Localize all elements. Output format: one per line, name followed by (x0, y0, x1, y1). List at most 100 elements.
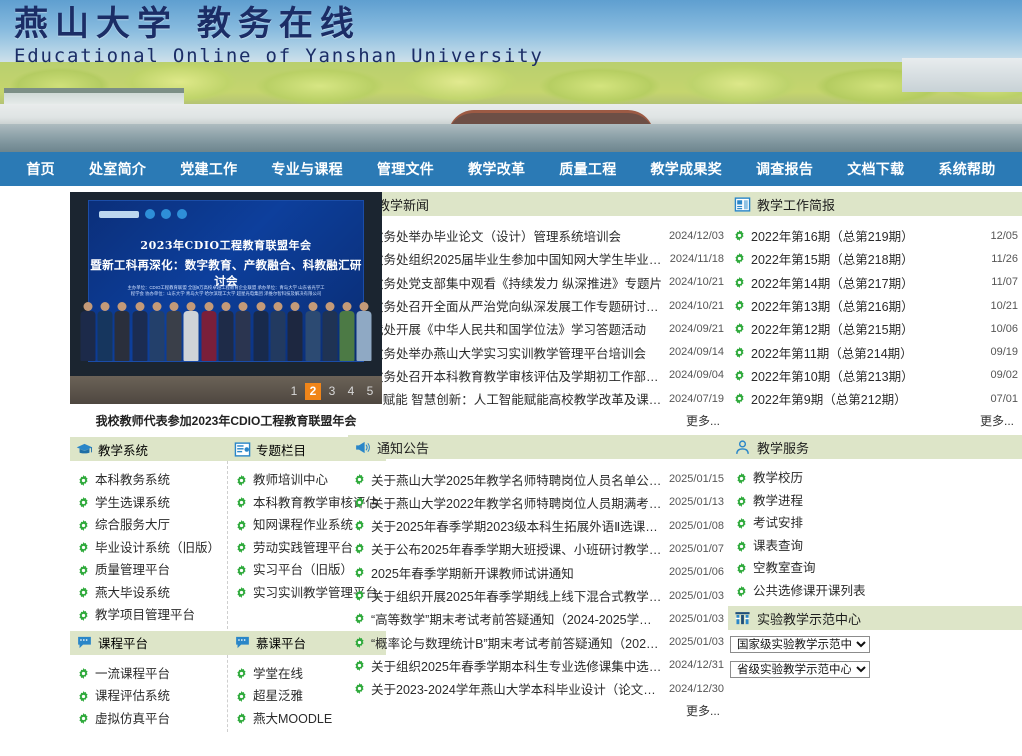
news-title: 教务处党支部集中观看《持续发力 纵深推进》专题片 (371, 273, 663, 292)
list-item[interactable]: 2025年春季学期新开课教师试讲通知2025/01/06 (348, 561, 728, 584)
list-item[interactable]: 燕大毕设系统 (70, 582, 227, 605)
section-title-bulletin: 教学工作简报 (757, 195, 835, 214)
news-carousel[interactable]: 2023年CDIO工程教育联盟年会 暨新工科再深化：数字教育、产教融合、科教融汇… (70, 192, 382, 404)
carousel-person (97, 300, 112, 378)
list-item[interactable]: 关于燕山大学2022年教学名师特聘岗位人员期满考核结果的 ...2025/01/… (348, 491, 728, 514)
list-item[interactable]: 虚拟仿真平台 (70, 708, 227, 731)
list-item[interactable]: 2022年第16期（总第219期）12/05 (728, 224, 1022, 247)
list-item[interactable]: 教务处举办毕业论文（设计）管理系统培训会2024/12/03 (348, 224, 728, 247)
list-item[interactable]: 2022年第14期（总第217期）11/07 (728, 271, 1022, 294)
nav-item-documents[interactable]: 管理文件 (360, 152, 451, 186)
notice-title: 关于2025年春季学期2023级本科生拓展外语Ⅱ选课的通知 (371, 516, 663, 535)
list-item[interactable]: 关于组织开展2025年春季学期线上线下混合式教学课程申报 ...2025/01/… (348, 584, 728, 607)
lab-icon (734, 610, 751, 627)
section-header-teaching-services: 教学服务 (728, 435, 1022, 459)
left-column: 2023年CDIO工程教育联盟年会 暨新工科再深化：数字教育、产教融合、科教融汇… (0, 192, 340, 732)
carousel-caption[interactable]: 我校教师代表参加2023年CDIO工程教育联盟年会 (70, 404, 382, 435)
list-item[interactable]: 空教室查询 (728, 557, 1022, 580)
carousel-page-2[interactable]: 2 (305, 383, 321, 400)
megaphone-icon (354, 439, 371, 456)
bulletin-icon (734, 196, 751, 213)
banner-title-group: 燕山大学 教务在线 Educational Online of Yanshan … (14, 4, 544, 67)
list-item[interactable]: 教务处组织2025届毕业生参加中国知网大学生毕业论文写作指2024/11/18 (348, 247, 728, 270)
nav-item-party-work[interactable]: 党建工作 (163, 152, 254, 186)
carousel-page-5[interactable]: 5 (362, 383, 378, 400)
nav-item-teaching-awards[interactable]: 教学成果奖 (634, 152, 740, 186)
list-item[interactable]: 2022年第11期（总第214期）09/19 (728, 340, 1022, 363)
list-item[interactable]: 考试安排 (728, 512, 1022, 535)
list-item[interactable]: 课表查询 (728, 535, 1022, 558)
list-item[interactable]: 教学进程 (728, 490, 1022, 513)
list-item[interactable]: 教务处召开全面从严治党向纵深发展工作专题研讨会暨提任科2024/10/21 (348, 294, 728, 317)
carousel-page-4[interactable]: 4 (343, 383, 359, 400)
list-item[interactable]: 学生选课系统 (70, 492, 227, 515)
nav-item-survey-report[interactable]: 调查报告 (739, 152, 830, 186)
carousel-person (149, 300, 164, 378)
main-navigation[interactable]: 首页 处室简介 党建工作 专业与课程 管理文件 教学改革 质量工程 教学成果奖 … (0, 152, 1022, 186)
carousel-person (339, 300, 354, 378)
list-item[interactable]: 教务处举办燕山大学实习实训教学管理平台培训会2024/09/14 (348, 340, 728, 363)
nav-item-home[interactable]: 首页 (9, 152, 72, 186)
list-item[interactable]: 关于公布2025年春季学期大班授课、小班研讨教学模式课程 ...2025/01/… (348, 537, 728, 560)
list-item-label: 课程评估系统 (95, 685, 170, 708)
national-demo-center-select[interactable]: 国家级实验教学示范中心 (730, 636, 870, 653)
carousel-person (166, 300, 181, 378)
carousel-pagination[interactable]: 1 2 3 4 5 (286, 383, 378, 400)
bulletin-title: 2022年第14期（总第217期） (751, 273, 982, 292)
carousel-slide-title-1: 2023年CDIO工程教育联盟年会 (89, 237, 363, 253)
list-item[interactable]: 教学校历 (728, 467, 1022, 490)
list-item[interactable]: AI赋能 智慧创新：人工智能赋能高校教学改革及课程智慧升级2024/07/19 (348, 387, 728, 410)
nav-item-about[interactable]: 处室简介 (72, 152, 163, 186)
carousel-people-row (80, 300, 372, 378)
gear-icon (78, 610, 89, 621)
nav-item-quality-project[interactable]: 质量工程 (542, 152, 633, 186)
list-item[interactable]: 教学项目管理平台 (70, 604, 227, 627)
speech-bubble-icon (76, 634, 93, 651)
provincial-demo-center-select[interactable]: 省级实验教学示范中心： (730, 661, 870, 678)
section-header-teaching-systems: 教学系统 (70, 437, 228, 461)
teaching-systems-list: 本科教务系统 学生选课系统 综合服务大厅 毕业设计系统（旧版） 质量管理平台 燕… (70, 461, 227, 629)
list-item[interactable]: 一流课程平台 (70, 663, 227, 686)
list-item[interactable]: 本科教务系统 (70, 469, 227, 492)
list-item[interactable]: “概率论与数理统计B”期末考试考前答疑通知（2024-2025 ...2025/… (348, 630, 728, 653)
list-item[interactable]: 关于燕山大学2025年教学名师特聘岗位人员名单公示的通知2025/01/15 (348, 467, 728, 490)
list-item[interactable]: 教务处党支部集中观看《持续发力 纵深推进》专题片2024/10/21 (348, 271, 728, 294)
list-item[interactable]: 毕业设计系统（旧版） (70, 537, 227, 560)
speech-bubble-icon (234, 634, 251, 651)
section-title-special-columns: 专题栏目 (256, 440, 306, 459)
list-item[interactable]: 2022年第15期（总第218期）11/26 (728, 247, 1022, 270)
news-date: 2024/10/21 (669, 300, 728, 312)
nav-item-teaching-reform[interactable]: 教学改革 (451, 152, 542, 186)
course-platform-list: 一流课程平台 课程评估系统 虚拟仿真平台 (70, 655, 227, 733)
list-item[interactable]: 教务处召开本科教育教学审核评估及学期初工作部署会2024/09/04 (348, 364, 728, 387)
carousel-page-1[interactable]: 1 (286, 383, 302, 400)
list-item[interactable]: 关于2025年春季学期2023级本科生拓展外语Ⅱ选课的通知2025/01/08 (348, 514, 728, 537)
list-item[interactable]: 我处开展《中华人民共和国学位法》学习答题活动2024/09/21 (348, 317, 728, 340)
list-item[interactable]: 综合服务大厅 (70, 514, 227, 537)
news-title: 教务处举办毕业论文（设计）管理系统培训会 (371, 226, 663, 245)
bulletin-list: 2022年第16期（总第219期）12/05 2022年第15期（总第218期）… (728, 216, 1022, 410)
list-item[interactable]: 质量管理平台 (70, 559, 227, 582)
bulletin-more-link[interactable]: 更多... (728, 410, 1022, 429)
news-date: 2024/07/19 (669, 393, 728, 405)
platform-columns-headers: 课程平台 慕课平台 (70, 631, 386, 655)
list-item[interactable]: 公共选修课开课列表 (728, 580, 1022, 603)
gear-icon (236, 668, 247, 679)
list-item[interactable]: 2022年第13期（总第216期）10/21 (728, 294, 1022, 317)
list-item[interactable]: 2022年第12期（总第215期）10/06 (728, 317, 1022, 340)
list-item[interactable]: 2022年第10期（总第213期）09/02 (728, 364, 1022, 387)
gear-icon (354, 660, 365, 671)
list-item[interactable]: 关于2023-2024学年燕山大学本科毕业设计（论文）优秀指2024/12/30 (348, 677, 728, 700)
nav-item-majors-courses[interactable]: 专业与课程 (254, 152, 360, 186)
carousel-page-3[interactable]: 3 (324, 383, 340, 400)
notices-more-link[interactable]: 更多... (348, 700, 728, 719)
nav-item-system-help[interactable]: 系统帮助 (921, 152, 1012, 186)
teaching-news-more-link[interactable]: 更多... (348, 410, 728, 429)
list-item[interactable]: 课程评估系统 (70, 685, 227, 708)
list-item[interactable]: “高等数学”期末考试考前答疑通知（2024-2025学年秋季学...2025/0… (348, 607, 728, 630)
news-title: 我处开展《中华人民共和国学位法》学习答题活动 (371, 319, 663, 338)
nav-item-downloads[interactable]: 文档下载 (830, 152, 921, 186)
list-item[interactable]: 关于组织2025年春季学期本科生专业选修课集中选课的通知2024/12/31 (348, 654, 728, 677)
list-item[interactable]: 2022年第9期（总第212期）07/01 (728, 387, 1022, 410)
gear-icon (354, 613, 365, 624)
